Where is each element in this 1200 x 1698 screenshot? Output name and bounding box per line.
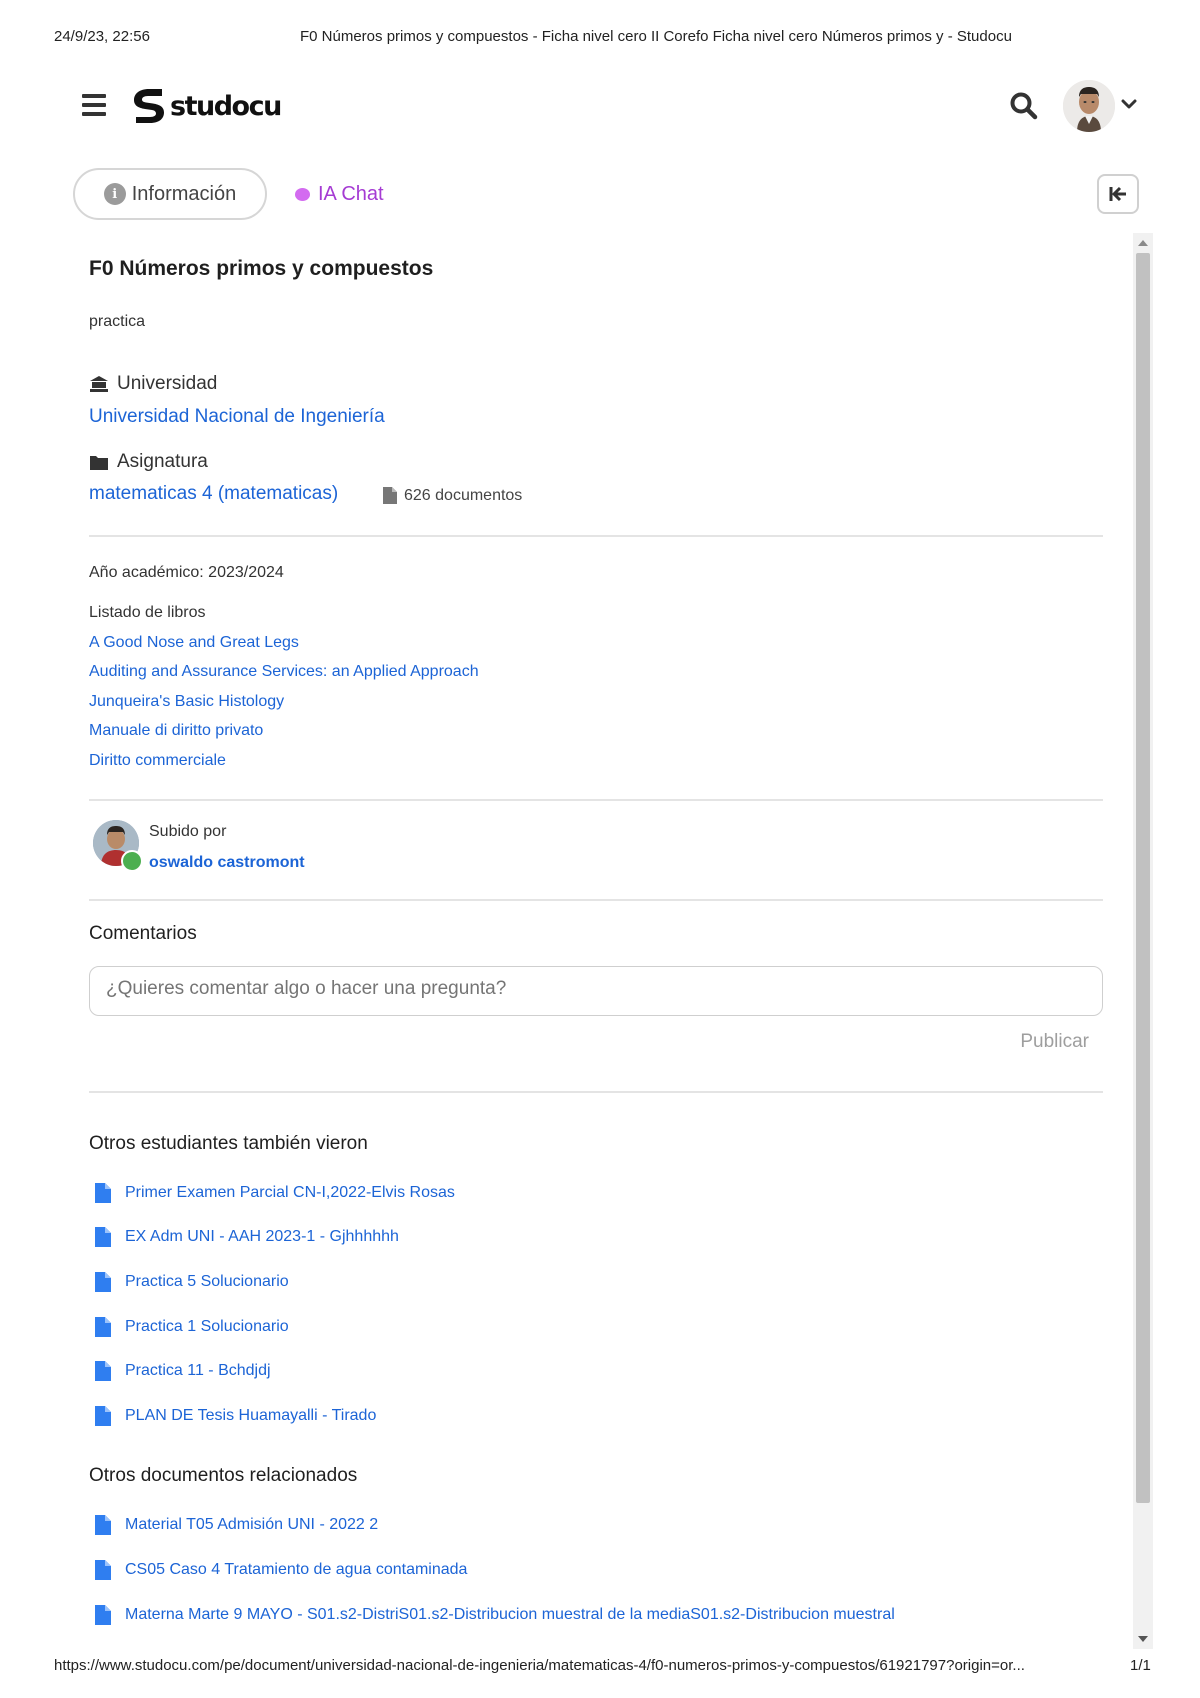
document-link[interactable]: CS05 Caso 4 Tratamiento de agua contamin… [125, 1561, 467, 1579]
scrollbar-thumb[interactable] [1136, 253, 1150, 1503]
documents-count: 626 documentos [382, 486, 522, 505]
chevron-down-icon [1121, 99, 1137, 109]
top-bar: studocu [80, 78, 1140, 134]
studocu-logo[interactable]: studocu [130, 84, 282, 128]
divider [89, 1091, 1103, 1093]
search-icon[interactable] [1008, 90, 1040, 122]
list-item[interactable]: CS05 Caso 4 Tratamiento de agua contamin… [89, 1556, 467, 1584]
list-item[interactable]: Materna Marte 9 MAYO - S01.s2-DistriS01.… [89, 1601, 895, 1629]
print-url: https://www.studocu.com/pe/document/univ… [54, 1657, 1025, 1674]
tab-informacion-label: Información [131, 182, 237, 205]
scroll-down-arrow-icon[interactable] [1133, 1629, 1153, 1649]
publish-button[interactable]: Publicar [989, 1024, 1089, 1060]
books-label: Listado de libros [89, 604, 206, 621]
uploader-name-link[interactable]: oswaldo castromont [149, 854, 305, 872]
tab-informacion[interactable]: i Información [73, 168, 267, 220]
related-heading: Otros documentos relacionados [89, 1465, 358, 1486]
tab-ia-chat-label: IA Chat [318, 182, 384, 205]
list-item[interactable]: EX Adm UNI - AAH 2023-1 - Gjhhhhhh [89, 1223, 399, 1251]
list-item[interactable]: Practica 5 Solucionario [89, 1268, 289, 1296]
comments-heading: Comentarios [89, 923, 197, 944]
list-item[interactable]: Practica 1 Solucionario [89, 1313, 289, 1341]
subject-label: Asignatura [89, 451, 208, 473]
divider [89, 799, 1103, 801]
comment-input[interactable] [89, 966, 1103, 1016]
file-icon [95, 1361, 111, 1381]
folder-icon [90, 455, 108, 470]
list-item[interactable]: PLAN DE Tesis Huamayalli - Tirado [89, 1402, 376, 1430]
print-footer: https://www.studocu.com/pe/document/univ… [0, 1657, 1200, 1679]
university-icon [90, 376, 108, 392]
studocu-logo-mark [134, 89, 164, 123]
divider [89, 899, 1103, 901]
document-link[interactable]: Practica 1 Solucionario [125, 1318, 289, 1336]
subject-link[interactable]: matematicas 4 (matematicas) [89, 483, 338, 505]
document-title: F0 Números primos y compuestos [89, 257, 434, 280]
print-date: 24/9/23, 22:56 [54, 28, 150, 45]
avatar [1063, 80, 1115, 132]
print-page-number: 1/1 [1130, 1657, 1151, 1674]
document-link[interactable]: Practica 5 Solucionario [125, 1273, 289, 1291]
ai-chat-icon [295, 187, 310, 201]
hamburger-menu-icon[interactable] [82, 94, 106, 116]
academic-year: Año académico: 2023/2024 [89, 564, 284, 581]
document-link[interactable]: Material T05 Admisión UNI - 2022 2 [125, 1516, 378, 1534]
university-link[interactable]: Universidad Nacional de Ingeniería [89, 406, 385, 428]
tab-ia-chat[interactable]: IA Chat [295, 168, 384, 220]
collapse-panel-button[interactable] [1097, 174, 1139, 214]
file-icon [95, 1317, 111, 1337]
print-title: F0 Números primos y compuestos - Ficha n… [300, 28, 1012, 45]
file-icon [95, 1406, 111, 1426]
print-header: 24/9/23, 22:56 F0 Números primos y compu… [0, 28, 1200, 50]
book-link[interactable]: Diritto commerciale [89, 752, 226, 770]
university-label: Universidad [89, 373, 217, 395]
verified-badge-icon [121, 850, 143, 872]
scroll-up-arrow-icon[interactable] [1133, 233, 1153, 253]
book-link[interactable]: Junqueira's Basic Histology [89, 693, 284, 711]
document-link[interactable]: PLAN DE Tesis Huamayalli - Tirado [125, 1407, 376, 1425]
file-icon [95, 1227, 111, 1247]
file-icon [383, 487, 397, 504]
university-label-text: Universidad [117, 373, 218, 394]
list-item[interactable]: Practica 11 - Bchdjdj [89, 1357, 271, 1385]
file-icon [95, 1515, 111, 1535]
subject-label-text: Asignatura [117, 451, 208, 472]
file-icon [95, 1560, 111, 1580]
document-description: practica [89, 313, 146, 330]
user-menu[interactable] [1063, 80, 1138, 132]
document-link[interactable]: Primer Examen Parcial CN-I,2022-Elvis Ro… [125, 1184, 455, 1202]
info-icon: i [103, 183, 126, 205]
book-link[interactable]: Manuale di diritto privato [89, 722, 263, 740]
others-viewed-heading: Otros estudiantes también vieron [89, 1133, 368, 1154]
collapse-panel-icon [1109, 186, 1126, 202]
document-link[interactable]: Practica 11 - Bchdjdj [125, 1362, 271, 1380]
documents-count-text: 626 documentos [404, 486, 523, 504]
book-link[interactable]: Auditing and Assurance Services: an Appl… [89, 663, 479, 681]
uploaded-by-label: Subido por [149, 823, 227, 840]
list-item[interactable]: Primer Examen Parcial CN-I,2022-Elvis Ro… [89, 1179, 455, 1207]
logo-text: studocu [170, 90, 282, 122]
file-icon [95, 1272, 111, 1292]
panel-tabs: i Información IA Chat [73, 168, 1143, 220]
document-link[interactable]: EX Adm UNI - AAH 2023-1 - Gjhhhhhh [125, 1228, 399, 1246]
file-icon [95, 1183, 111, 1203]
scrollbar[interactable] [1133, 233, 1153, 1649]
file-icon [95, 1605, 111, 1625]
book-link[interactable]: A Good Nose and Great Legs [89, 634, 299, 652]
document-link[interactable]: Materna Marte 9 MAYO - S01.s2-DistriS01.… [125, 1606, 895, 1624]
list-item[interactable]: Material T05 Admisión UNI - 2022 2 [89, 1511, 378, 1539]
divider [89, 535, 1103, 537]
